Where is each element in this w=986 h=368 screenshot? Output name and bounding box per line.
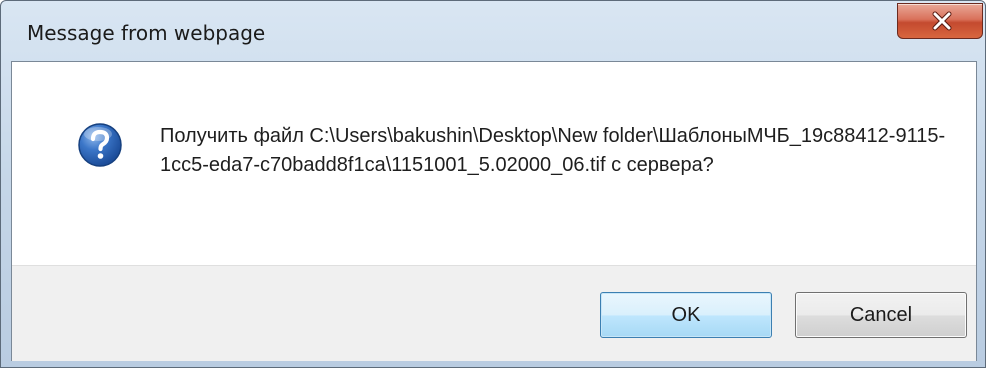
close-icon xyxy=(932,11,952,31)
question-icon xyxy=(78,123,122,167)
window-title: Message from webpage xyxy=(27,21,266,45)
dialog-window: Message from webpage Получить файл C:\Us… xyxy=(0,0,986,368)
dialog-content: Получить файл C:\Users\bakushin\Desktop\… xyxy=(11,61,977,361)
ok-button[interactable]: OK xyxy=(600,292,772,338)
button-bar: OK Cancel xyxy=(12,265,976,361)
title-bar[interactable]: Message from webpage xyxy=(1,1,985,61)
close-button[interactable] xyxy=(897,3,983,39)
message-area: Получить файл C:\Users\bakushin\Desktop\… xyxy=(12,62,976,265)
message-text: Получить файл C:\Users\bakushin\Desktop\… xyxy=(160,125,946,176)
cancel-button[interactable]: Cancel xyxy=(795,292,967,338)
